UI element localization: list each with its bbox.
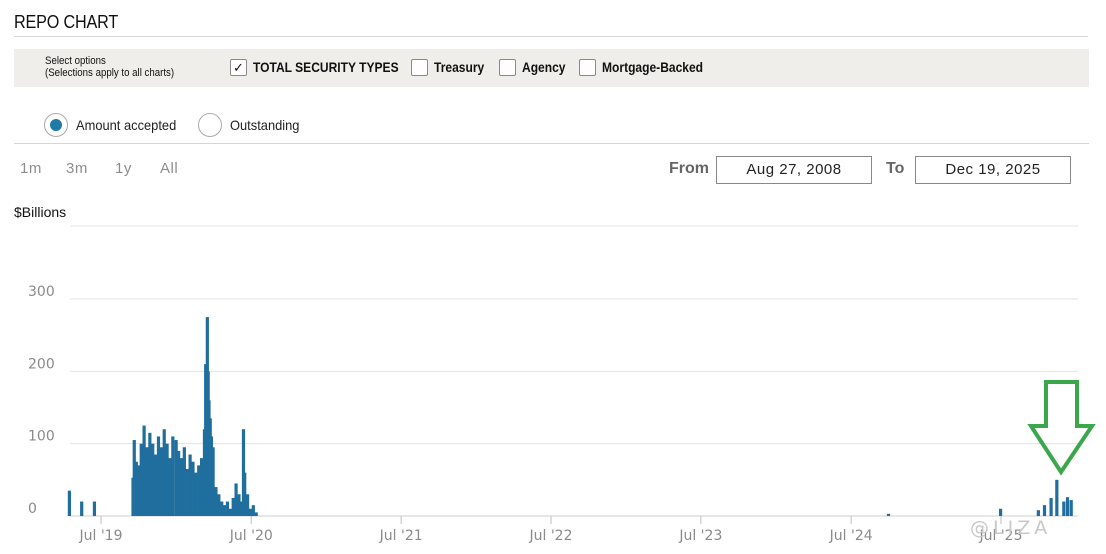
watermark: @LIZA (970, 517, 1052, 539)
bar (199, 458, 204, 516)
bar (1049, 497, 1053, 516)
bar (92, 501, 97, 516)
y-tick-label: 0 (28, 501, 37, 517)
y-tick-label: 300 (28, 284, 55, 300)
bar (142, 425, 146, 516)
bar (211, 447, 215, 516)
y-tick-label: 100 (28, 429, 55, 445)
bar (67, 490, 71, 516)
bar (231, 497, 235, 516)
bar (243, 472, 247, 516)
bar (1065, 497, 1070, 516)
bar (220, 501, 224, 516)
bar (248, 508, 253, 516)
bar (194, 472, 198, 516)
bar (182, 447, 186, 516)
bar (1036, 510, 1040, 516)
bar (139, 443, 143, 516)
bar (145, 447, 149, 516)
bar (179, 458, 184, 516)
bar (214, 487, 218, 516)
bar (254, 512, 258, 516)
bar (1062, 501, 1066, 516)
bar (228, 508, 232, 516)
bar (165, 443, 169, 516)
bar (234, 483, 238, 516)
x-tick-label: Jul '24 (829, 528, 873, 544)
down-arrow-icon (1027, 380, 1096, 476)
bar (237, 494, 241, 516)
bar (188, 454, 192, 516)
bar (225, 501, 230, 516)
bar (171, 436, 175, 516)
bar (245, 494, 250, 516)
bar (886, 513, 891, 516)
y-tick-label: 200 (28, 356, 55, 372)
x-tick-label: Jul '23 (678, 528, 722, 544)
repo-bar-chart: 0 100 200 300 Jul '19 Jul '20 Jul '21 Jul '22 Ju… (28, 225, 1096, 544)
bar (222, 505, 227, 516)
x-tick-label: Jul '19 (78, 528, 122, 544)
bar (1042, 505, 1047, 516)
bar (156, 436, 161, 516)
bar (1069, 500, 1073, 516)
bar (168, 458, 172, 516)
bar (162, 429, 166, 516)
x-tick-label: Jul '21 (379, 528, 423, 544)
bar (998, 508, 1003, 516)
bar (159, 447, 163, 516)
bar (197, 465, 201, 516)
bar (151, 443, 155, 516)
bar (80, 501, 84, 516)
bar (191, 461, 195, 516)
x-tick-label: Jul '22 (528, 528, 572, 544)
bar (251, 505, 255, 516)
bar (154, 454, 158, 516)
bar (148, 432, 152, 516)
bar (185, 468, 189, 516)
bar (177, 450, 181, 516)
bar (217, 494, 221, 516)
x-tick-label: Jul '20 (229, 528, 273, 544)
bar (1055, 479, 1059, 516)
